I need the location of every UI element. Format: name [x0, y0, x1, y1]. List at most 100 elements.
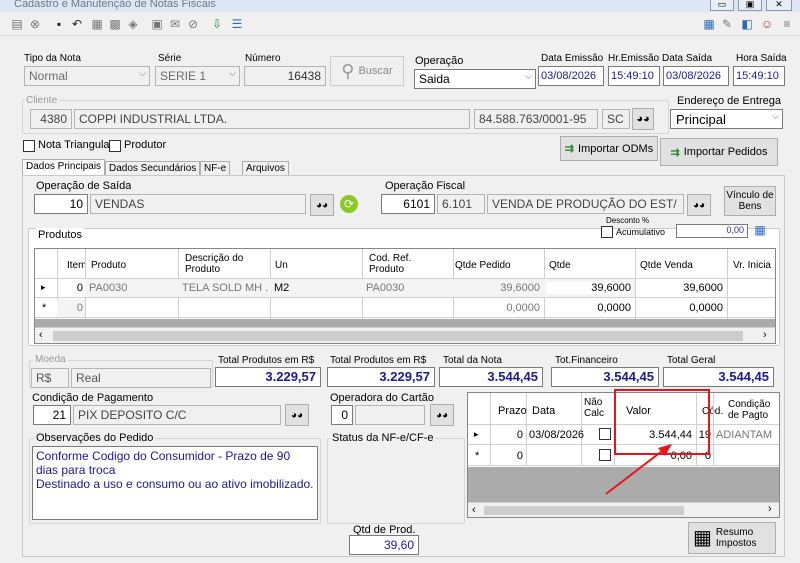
scroll-right-icon[interactable]: › — [763, 329, 767, 341]
condicao-pagamento-search-button[interactable]: ◕◕ — [285, 404, 309, 426]
cliente-codigo[interactable]: 4380 — [30, 109, 72, 129]
cell-item[interactable]: 0 — [65, 302, 83, 314]
acumulativo-label: Acumulativo — [616, 227, 666, 237]
operadora-codigo[interactable]: 0 — [331, 405, 353, 425]
vinculo-bens-button[interactable]: Vínculo de Bens — [724, 186, 776, 216]
importar-pedidos-button[interactable]: ⇉ Importar Pedidos — [660, 138, 778, 166]
acumulativo-checkbox[interactable] — [601, 226, 613, 238]
resumo-impostos-button[interactable]: ▦ Resumo Impostos — [688, 522, 776, 554]
moeda-nome[interactable]: Real — [71, 368, 211, 388]
cliente-search-button[interactable]: ◕◕ — [632, 108, 654, 130]
numero-field[interactable]: 16438 — [244, 66, 326, 86]
tab-nfe[interactable]: NF-e — [200, 161, 231, 176]
desconto-field[interactable]: 0,00 — [676, 224, 748, 238]
maximize-button[interactable]: ▣ — [738, 0, 762, 11]
produtor-checkbox[interactable] — [109, 140, 121, 152]
cell-qtde-pedido[interactable]: 39,6000 — [455, 282, 540, 294]
importar-odms-button[interactable]: ⇉ Importar ODMs — [560, 136, 658, 161]
cell-descricao[interactable]: TELA SOLD MH ... — [182, 282, 268, 294]
cell-data[interactable]: 03/08/2026 — [529, 429, 584, 441]
desconto-calc-icon[interactable]: ▦ — [751, 223, 769, 238]
minimize-button[interactable]: ▭ — [710, 0, 734, 11]
save-icon[interactable]: ▪ — [52, 17, 66, 31]
data-saida-field[interactable]: 03/08/2026 — [663, 66, 729, 86]
window-icon[interactable]: ◧ — [740, 17, 754, 31]
user-icon[interactable]: ☺ — [760, 17, 774, 31]
operadora-search-button[interactable]: ◕◕ — [430, 404, 454, 426]
cell-qtde-venda[interactable]: 39,6000 — [637, 282, 723, 294]
mail-icon[interactable]: ✉ — [168, 17, 182, 31]
nota-triangular-checkbox[interactable] — [23, 140, 35, 152]
hora-saida-field[interactable]: 15:49:10 — [733, 66, 785, 86]
operacao-saida-nome[interactable]: VENDAS — [90, 194, 306, 214]
calculator-icon[interactable]: ▦ — [702, 17, 716, 31]
buscar-button[interactable]: ⚲ Buscar — [330, 56, 404, 86]
tab-arquivos[interactable]: Arquivos — [242, 161, 289, 176]
list-icon[interactable]: ☰ — [230, 17, 244, 31]
table-row[interactable]: * 0 0,0000 0,0000 0,0000 — [35, 299, 775, 318]
operacao-fiscal-label: Operação Fiscal — [385, 180, 466, 192]
close-button[interactable]: ✕ — [766, 0, 792, 11]
binoculars-icon: ◕◕ — [435, 409, 449, 421]
menu-icon[interactable]: ≡ — [780, 17, 794, 31]
cell-prazo[interactable]: 0 — [492, 429, 523, 441]
col-qtde: Qtde — [549, 260, 571, 271]
cliente-uf[interactable]: SC — [602, 109, 630, 129]
chevron-down-icon: ⌵ — [229, 68, 236, 78]
cliente-nome[interactable]: COPPI INDUSTRIAL LTDA. — [74, 109, 470, 129]
parcelas-horizontal-scrollbar[interactable]: ‹ › — [468, 502, 779, 517]
observacoes-textarea[interactable]: Conforme Codigo do Consumidor - Prazo de… — [32, 446, 318, 520]
cell-un[interactable]: M2 — [274, 282, 289, 294]
tipo-nota-select[interactable]: Normal ⌵ — [24, 66, 150, 86]
scroll-thumb[interactable] — [53, 331, 743, 341]
scroll-thumb[interactable] — [484, 506, 684, 515]
cell-qtde-pedido[interactable]: 0,0000 — [455, 302, 540, 314]
total-produtos-2-label: Total Produtos em R$ — [330, 355, 427, 366]
cell-produto[interactable]: PA0030 — [89, 282, 127, 294]
cell-prazo[interactable]: 0 — [492, 450, 523, 462]
scroll-right-icon[interactable]: › — [768, 503, 772, 515]
hr-emissao-field[interactable]: 15:49:10 — [608, 66, 660, 86]
cell-qtde[interactable]: 0,0000 — [546, 302, 631, 314]
cliente-cnpj[interactable]: 84.588.763/0001-95 — [474, 109, 598, 129]
cancel-icon[interactable]: ⊗ — [28, 17, 42, 31]
copy-icon[interactable]: ▦ — [90, 17, 104, 31]
scroll-left-icon[interactable]: ‹ — [472, 504, 476, 516]
tab-dados-principais[interactable]: Dados Principais — [22, 159, 106, 176]
col-condicao: Condição de Pagto — [728, 399, 771, 421]
operacao-select[interactable]: Saida ⌵ — [414, 69, 536, 89]
cell-item[interactable]: 0 — [65, 282, 83, 294]
operacao-fiscal-search-button[interactable]: ◕◕ — [687, 194, 711, 216]
moeda-codigo[interactable]: R$ — [31, 368, 69, 388]
settings-icon[interactable]: ✎ — [720, 17, 734, 31]
condicao-pagamento-codigo[interactable]: 21 — [33, 405, 71, 425]
new-doc-icon[interactable]: ▤ — [10, 17, 24, 31]
block-icon[interactable]: ⊘ — [186, 17, 200, 31]
print-icon[interactable]: ▣ — [150, 17, 164, 31]
scroll-left-icon[interactable]: ‹ — [39, 329, 43, 341]
serie-select[interactable]: SERIE 1 ⌵ — [155, 66, 240, 86]
operadora-nome[interactable] — [355, 405, 425, 425]
paint-icon[interactable]: ◈ — [126, 17, 140, 31]
data-emissao-field[interactable]: 03/08/2026 — [538, 66, 604, 86]
undo-icon[interactable]: ↶ — [70, 17, 84, 31]
produtos-horizontal-scrollbar[interactable]: ‹ › — [35, 327, 775, 343]
condicao-pagamento-nome[interactable]: PIX DEPOSITO C/C — [73, 405, 281, 425]
operacao-fiscal-nome[interactable]: VENDA DE PRODUÇÃO DO EST/ — [487, 194, 684, 214]
operacao-fiscal-codigo[interactable]: 6101 — [381, 194, 435, 214]
tab-dados-secundarios[interactable]: Dados Secundários — [105, 161, 201, 176]
cell-qtde[interactable]: 39,6000 — [546, 282, 631, 294]
operacao-fiscal-cfop[interactable]: 6.101 — [437, 194, 485, 214]
operacao-saida-codigo[interactable]: 10 — [34, 194, 88, 214]
operacao-saida-search-button[interactable]: ◕◕ — [310, 194, 334, 216]
refresh-icon[interactable]: ⟳ — [340, 195, 358, 213]
table-row[interactable]: ▸ 0 PA0030 TELA SOLD MH ... M2 PA0030 39… — [35, 279, 775, 298]
grid-icon[interactable]: ▩ — [108, 17, 122, 31]
endereco-select[interactable]: Principal ⌵ — [670, 109, 783, 129]
cell-codref[interactable]: PA0030 — [366, 282, 404, 294]
cell-condicao[interactable]: ADIANTAM — [716, 429, 778, 441]
nao-calc-checkbox[interactable] — [599, 428, 611, 440]
total-produtos-2-value: 3.229,57 — [327, 367, 435, 387]
cell-qtde-venda[interactable]: 0,0000 — [637, 302, 723, 314]
download-icon[interactable]: ⇩ — [210, 17, 224, 31]
